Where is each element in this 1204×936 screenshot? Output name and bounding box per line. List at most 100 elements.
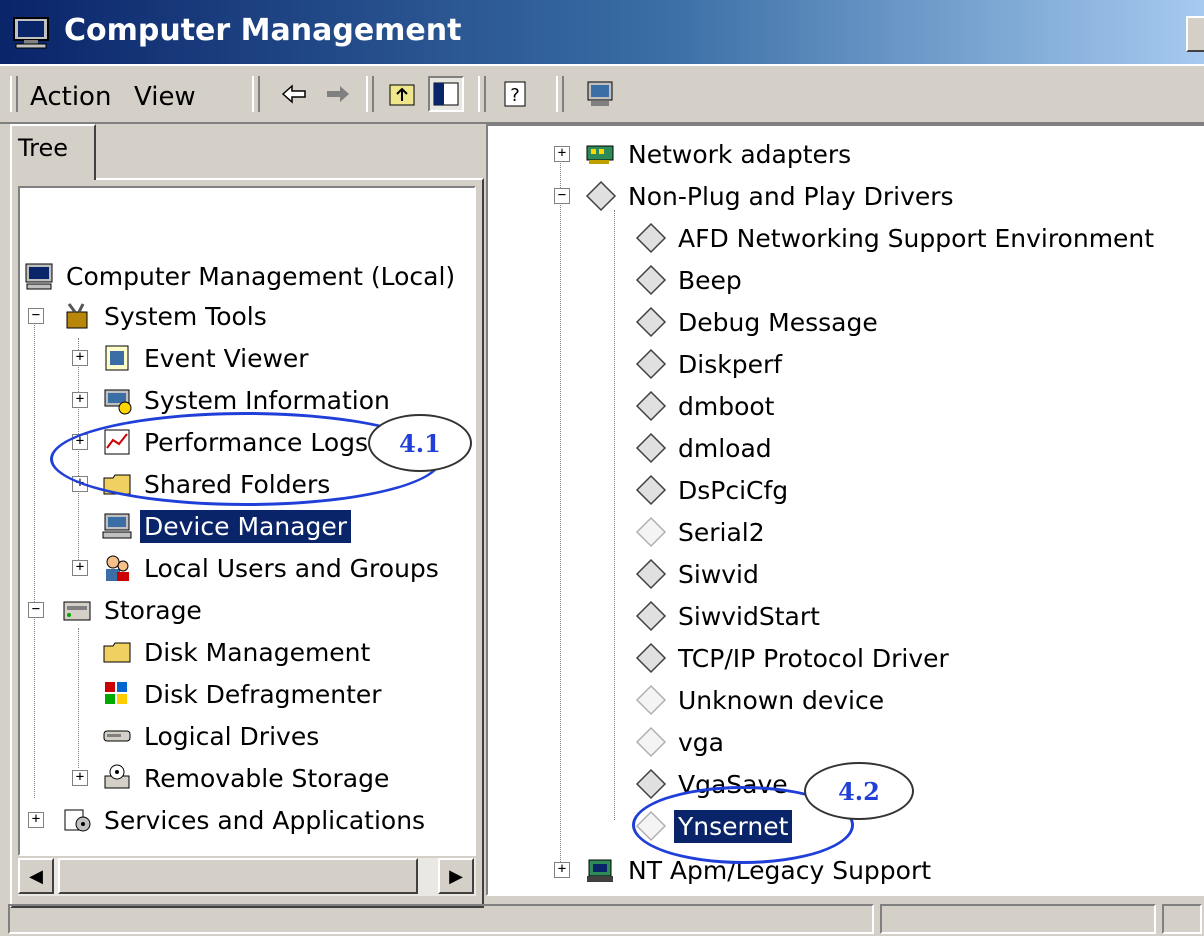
tab-tree[interactable]: Tree — [10, 124, 96, 180]
collapse-system-tools[interactable]: − — [28, 308, 44, 324]
scroll-thumb[interactable] — [58, 858, 418, 894]
expand-removable-storage[interactable]: + — [72, 770, 88, 786]
computer-icon[interactable] — [582, 76, 618, 112]
horizontal-scrollbar[interactable]: ◀ ▶ — [18, 858, 476, 896]
device-item-non-pnp-drivers[interactable]: Non-Plug and Play Drivers — [584, 176, 958, 216]
device-item-diskperf[interactable]: Diskperf — [634, 344, 786, 384]
tree-label: Event Viewer — [144, 343, 309, 373]
driver-icon — [634, 221, 668, 255]
expand-event-viewer[interactable]: + — [72, 350, 88, 366]
scroll-right-icon[interactable]: ▶ — [438, 858, 474, 894]
expand-network-adapters[interactable]: + — [554, 146, 570, 162]
back-arrow-icon[interactable] — [276, 76, 312, 112]
tree-item-services[interactable]: Services and Applications — [60, 800, 429, 840]
toolbar-grip[interactable] — [478, 76, 486, 112]
device-item-serial2[interactable]: Serial2 — [634, 512, 769, 552]
toolbar-grip[interactable] — [556, 76, 564, 112]
device-item-dspcicfg[interactable]: DsPciCfg — [634, 470, 792, 510]
up-folder-icon[interactable] — [384, 76, 420, 112]
tree-line — [78, 338, 79, 564]
driver-icon — [634, 557, 668, 591]
tree-label: System Tools — [104, 301, 267, 331]
device-item-tcpip[interactable]: TCP/IP Protocol Driver — [634, 638, 953, 678]
device-item-siwvidstart[interactable]: SiwvidStart — [634, 596, 824, 636]
system-info-icon — [100, 383, 134, 417]
status-panel-middle — [880, 904, 1156, 934]
show-tree-icon[interactable] — [428, 76, 464, 112]
tree-item-shared-folders[interactable]: Shared Folders — [100, 464, 334, 504]
device-label: Debug Message — [678, 307, 878, 337]
collapse-storage[interactable]: − — [28, 602, 44, 618]
tree-label: Computer Management (Local) — [66, 261, 456, 291]
device-label: NT Apm/Legacy Support — [628, 855, 932, 885]
driver-faded-icon — [634, 683, 668, 717]
device-item-vgasave[interactable]: VgaSave — [634, 764, 792, 804]
device-label: Serial2 — [678, 517, 765, 547]
users-icon — [100, 551, 134, 585]
device-item-unknown[interactable]: Unknown device — [634, 680, 888, 720]
device-label: Diskperf — [678, 349, 783, 379]
tree-item-logical-drives[interactable]: Logical Drives — [100, 716, 323, 756]
device-item-dmload[interactable]: dmload — [634, 428, 776, 468]
device-item-dmboot[interactable]: dmboot — [634, 386, 778, 426]
device-item-vga[interactable]: vga — [634, 722, 728, 762]
driver-icon — [634, 389, 668, 423]
computer-management-icon — [12, 16, 50, 50]
menu-action[interactable]: Action — [30, 82, 111, 112]
tree-item-removable-storage[interactable]: Removable Storage — [100, 758, 393, 798]
tree-frame: Computer Management (Local) − System Too… — [10, 178, 484, 908]
tree-item-computer-management[interactable]: Computer Management (Local) — [22, 256, 459, 296]
removable-storage-icon — [100, 761, 134, 795]
tree-item-disk-management[interactable]: Disk Management — [100, 632, 374, 672]
expand-local-users[interactable]: + — [72, 560, 88, 576]
toolbar-grip[interactable] — [10, 76, 18, 112]
tree-line — [614, 210, 615, 820]
device-label: SiwvidStart — [678, 601, 820, 631]
device-label: Siwvid — [678, 559, 759, 589]
device-label: Ynsernet — [674, 809, 793, 843]
help-icon[interactable]: ? — [498, 76, 534, 112]
expand-shared-folders[interactable]: + — [72, 476, 88, 492]
minimize-button[interactable] — [1186, 16, 1204, 52]
scroll-left-icon[interactable]: ◀ — [18, 858, 54, 894]
device-label: Non-Plug and Play Drivers — [628, 181, 954, 211]
toolbar-grip[interactable] — [366, 76, 374, 112]
event-viewer-icon — [100, 341, 134, 375]
tree-label: Services and Applications — [104, 805, 426, 835]
driver-icon — [634, 641, 668, 675]
expand-system-information[interactable]: + — [72, 392, 88, 408]
tree-item-system-information[interactable]: System Information — [100, 380, 394, 420]
tree-item-device-manager[interactable]: Device Manager — [100, 506, 352, 546]
expand-performance-logs[interactable]: + — [72, 434, 88, 450]
tree-label: Disk Management — [144, 637, 371, 667]
device-item-debug-message[interactable]: Debug Message — [634, 302, 882, 342]
disk-icon — [100, 635, 134, 669]
device-label: Network adapters — [628, 139, 852, 169]
network-card-icon — [584, 137, 618, 171]
toolbar-grip[interactable] — [252, 76, 260, 112]
device-item-beep[interactable]: Beep — [634, 260, 746, 300]
storage-icon — [60, 593, 94, 627]
driver-faded-icon — [634, 809, 668, 843]
tree-item-local-users[interactable]: Local Users and Groups — [100, 548, 443, 588]
device-item-ynsernet[interactable]: Ynsernet — [634, 806, 793, 846]
left-pane: Tree Computer Management (Local) − Syste… — [10, 124, 484, 908]
expand-nt-apm[interactable]: + — [554, 862, 570, 878]
tools-icon — [60, 299, 94, 333]
device-item-afd[interactable]: AFD Networking Support Environment — [634, 218, 1158, 258]
device-item-nt-apm[interactable]: NT Apm/Legacy Support — [584, 850, 935, 890]
forward-arrow-icon[interactable] — [320, 76, 356, 112]
tree-label: Disk Defragmenter — [144, 679, 382, 709]
expand-services[interactable]: + — [28, 812, 44, 828]
tree-item-event-viewer[interactable]: Event Viewer — [100, 338, 313, 378]
tree-item-system-tools[interactable]: System Tools — [60, 296, 271, 336]
collapse-non-pnp-drivers[interactable]: − — [554, 188, 570, 204]
shared-folder-icon — [100, 467, 134, 501]
tree-item-disk-defragmenter[interactable]: Disk Defragmenter — [100, 674, 386, 714]
device-label: DsPciCfg — [678, 475, 789, 505]
device-label: AFD Networking Support Environment — [678, 223, 1155, 253]
menu-view[interactable]: View — [134, 82, 196, 112]
device-item-network-adapters[interactable]: Network adapters — [584, 134, 855, 174]
device-item-siwvid[interactable]: Siwvid — [634, 554, 763, 594]
tree-item-storage[interactable]: Storage — [60, 590, 206, 630]
